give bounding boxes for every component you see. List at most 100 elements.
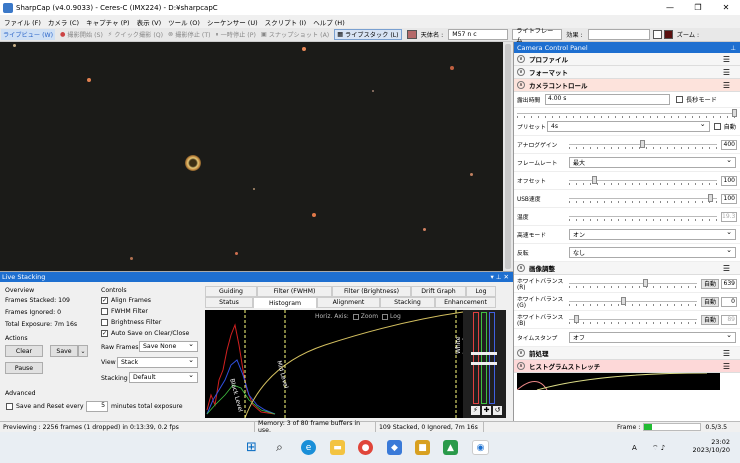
image-adjust-slider[interactable] xyxy=(569,297,697,306)
menu-icon[interactable]: ☰ xyxy=(723,81,730,90)
control-select[interactable]: オン xyxy=(569,228,736,240)
preview-button[interactable]: ライブビュー (W) xyxy=(1,29,56,40)
language-indicator[interactable]: A xyxy=(632,444,637,452)
snapshot-button[interactable]: ▣ スナップショット (A) xyxy=(261,30,329,39)
quick-capture-button[interactable]: ⚡ クイック撮影 (Q) xyxy=(108,30,163,39)
section-camera-control[interactable]: ∧ カメラコントロール ☰ xyxy=(514,79,740,92)
plus-icon[interactable]: ✚ xyxy=(482,406,491,415)
app-icon-blue[interactable]: ◆ xyxy=(387,440,402,455)
wifi-volume-icon[interactable]: ⌔ ♪ xyxy=(652,444,665,453)
tab-status[interactable]: Status xyxy=(205,297,253,308)
slider-knob[interactable] xyxy=(573,315,579,323)
slider-knob[interactable] xyxy=(642,279,648,287)
save-reset-checkbox[interactable] xyxy=(6,403,13,410)
red-balance-slider[interactable] xyxy=(473,312,479,404)
image-adjust-value[interactable]: 89 xyxy=(721,314,737,325)
exposure-input[interactable]: 4.00 s xyxy=(545,94,670,105)
tab-filter-brightness-[interactable]: Filter (Brightness) xyxy=(332,286,411,297)
stacking-select[interactable]: Default xyxy=(129,371,198,383)
menu-icon[interactable]: ☰ xyxy=(723,68,730,77)
menu-icon[interactable]: ☰ xyxy=(723,349,730,358)
file-explorer-icon[interactable]: ▬ xyxy=(330,440,345,455)
control-select[interactable]: なし xyxy=(569,246,736,258)
clear-button[interactable]: Clear xyxy=(5,345,43,357)
menu-help[interactable]: ヘルプ (H) xyxy=(313,17,345,27)
maximize-icon[interactable]: ❐ xyxy=(684,3,712,12)
color-swatch-dark[interactable] xyxy=(663,30,673,39)
menu-file[interactable]: ファイル (F) xyxy=(4,17,41,27)
menu-icon[interactable]: ☰ xyxy=(723,362,730,371)
preset-select[interactable]: 4s xyxy=(547,120,710,132)
menu-icon[interactable]: ☰ xyxy=(723,55,730,64)
section-preprocess[interactable]: ∨ 前処理 ☰ xyxy=(514,347,740,360)
tab-guiding[interactable]: Guiding xyxy=(205,286,257,297)
start-capture-button[interactable]: ● 撮影開始 (S) xyxy=(60,30,103,39)
control-slider[interactable] xyxy=(569,140,717,149)
pause-stack-button[interactable]: Pause xyxy=(5,362,43,374)
view-select[interactable]: Stack xyxy=(117,356,198,368)
section-image-adjust[interactable]: ∧ 画像調整 ☰ xyxy=(514,262,740,275)
tab-stacking[interactable]: Stacking xyxy=(380,297,435,308)
preview-scrollbar[interactable] xyxy=(503,42,513,271)
auto-button[interactable]: 自動 xyxy=(700,314,719,325)
menu-icon[interactable]: ☰ xyxy=(723,264,730,273)
save-dropdown-button[interactable]: ⌄ xyxy=(78,345,88,357)
color-swatch-white[interactable] xyxy=(652,30,662,39)
tab-drift-graph[interactable]: Drift Graph xyxy=(411,286,466,297)
image-adjust-slider[interactable] xyxy=(569,315,697,324)
blue-balance-slider[interactable] xyxy=(489,312,495,404)
tab-histogram[interactable]: Histogram xyxy=(253,297,317,308)
auto-stretch-icon[interactable]: ⚡ xyxy=(471,406,480,415)
align-frames-checkbox[interactable]: ✓ xyxy=(101,297,108,304)
control-slider[interactable] xyxy=(569,194,717,203)
menu-scripting[interactable]: スクリプト (I) xyxy=(265,17,307,27)
control-slider[interactable] xyxy=(569,176,717,185)
brightness-filter-checkbox[interactable] xyxy=(101,319,108,326)
effect-select[interactable] xyxy=(587,29,650,40)
save-button[interactable]: Save xyxy=(50,345,78,357)
long-exposure-checkbox[interactable] xyxy=(676,96,683,103)
section-profile[interactable]: ∨ プロファイル ☰ xyxy=(514,53,740,66)
section-histogram-stretch[interactable]: ∧ ヒストグラムストレッチ ☰ xyxy=(514,360,740,373)
section-format[interactable]: ∨ フォーマット ☰ xyxy=(514,66,740,79)
slider-knob[interactable] xyxy=(640,140,646,148)
balance-handle-bottom[interactable] xyxy=(471,362,497,365)
image-adjust-select[interactable]: オフ xyxy=(569,331,736,343)
search-icon[interactable]: ⌕ xyxy=(272,440,287,455)
scrollbar-thumb[interactable] xyxy=(505,44,511,269)
auto-save-checkbox[interactable]: ✓ xyxy=(101,330,108,337)
slider-knob[interactable] xyxy=(708,194,714,202)
menu-camera[interactable]: カメラ (C) xyxy=(48,17,79,27)
sharpcap-taskbar-icon[interactable]: ◉ xyxy=(472,440,489,455)
menu-capture[interactable]: キャプチャ (P) xyxy=(86,17,130,27)
control-value-input[interactable]: 400 xyxy=(721,139,737,150)
exposure-slider[interactable] xyxy=(517,108,737,118)
menu-view[interactable]: 表示 (V) xyxy=(137,17,162,27)
raw-frames-select[interactable]: Save None xyxy=(139,340,198,352)
pin-icon[interactable]: ⊥ xyxy=(730,44,736,52)
histogram-chart[interactable]: Horiz. Axis: Zoom Log Black Level Mid Le… xyxy=(205,310,463,418)
app-icon-yellow[interactable]: ■ xyxy=(415,440,430,455)
camera-preview[interactable] xyxy=(0,42,503,271)
tab-log[interactable]: Log xyxy=(466,286,496,297)
image-adjust-slider[interactable] xyxy=(569,279,697,288)
target-name-input[interactable]: M57 n c xyxy=(448,29,509,40)
image-adjust-value[interactable]: 639 xyxy=(721,278,737,289)
exposure-auto-checkbox[interactable] xyxy=(713,123,721,130)
slider-knob[interactable] xyxy=(620,297,626,305)
tab-alignment[interactable]: Alignment xyxy=(317,297,380,308)
panel-pin-close-icon[interactable]: ▾ ⊥ ✕ xyxy=(490,273,509,281)
chrome-icon[interactable]: ● xyxy=(358,440,373,455)
save-reset-minutes-input[interactable]: 5 xyxy=(86,401,108,412)
windows-start-icon[interactable]: ⊞ xyxy=(244,440,259,455)
tab-enhancement[interactable]: Enhancement xyxy=(435,297,496,308)
fwhm-filter-checkbox[interactable] xyxy=(101,308,108,315)
auto-button[interactable]: 自動 xyxy=(700,278,719,289)
green-balance-slider[interactable] xyxy=(481,312,487,404)
stretch-histogram[interactable] xyxy=(516,372,720,391)
zoom-checkbox[interactable] xyxy=(352,313,359,320)
reset-icon[interactable]: ↺ xyxy=(493,406,502,415)
control-select[interactable]: 最大 xyxy=(569,156,736,168)
app-icon-green[interactable]: ▲ xyxy=(443,440,458,455)
balance-handle-top[interactable] xyxy=(471,352,497,355)
